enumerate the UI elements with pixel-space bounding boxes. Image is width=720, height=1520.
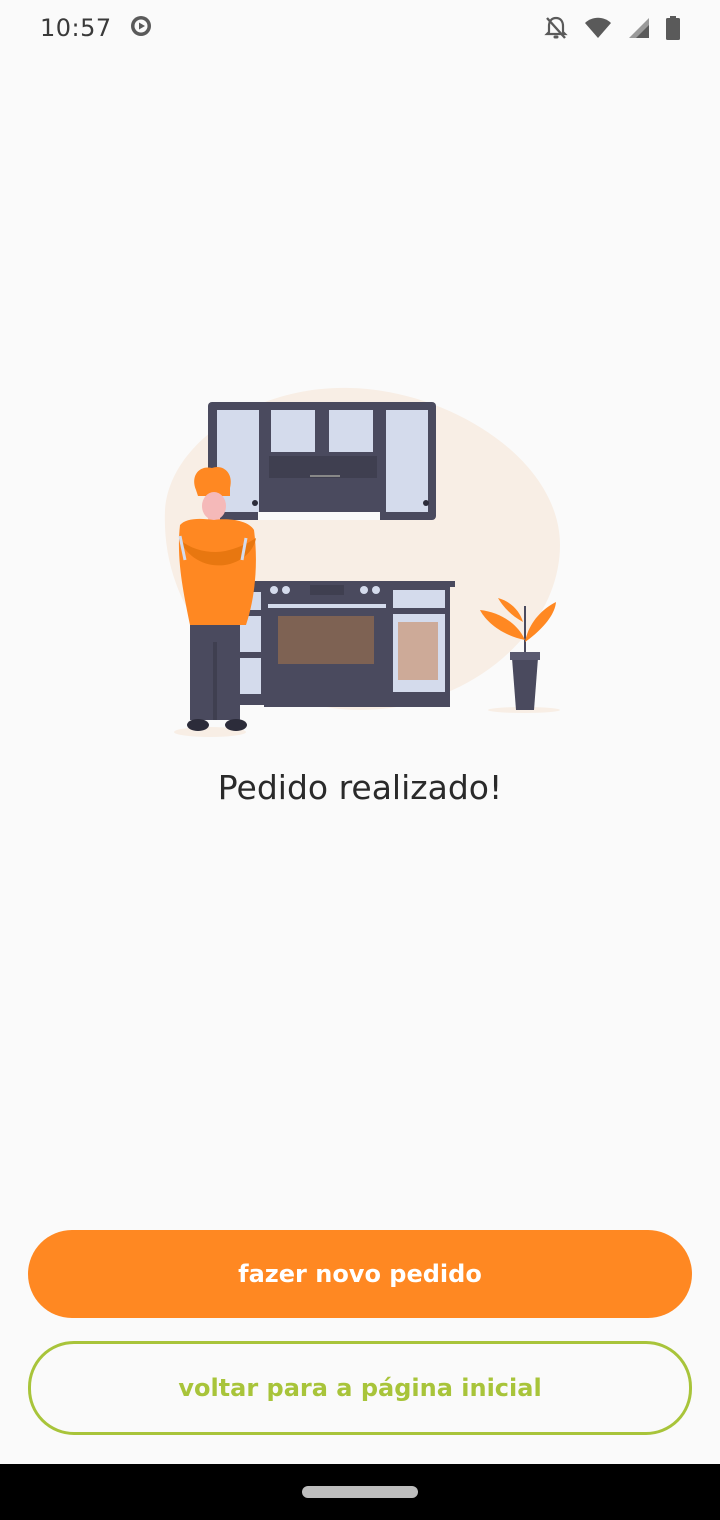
new-order-button[interactable]: fazer novo pedido — [28, 1230, 692, 1318]
play-circle-icon — [130, 15, 152, 41]
status-right — [544, 15, 680, 41]
back-to-home-button[interactable]: voltar para a página inicial — [28, 1341, 692, 1435]
new-order-button-label: fazer novo pedido — [238, 1260, 482, 1288]
home-gesture-handle[interactable] — [302, 1486, 418, 1498]
status-time: 10:57 — [40, 14, 112, 42]
status-bar: 10:57 — [0, 0, 720, 56]
status-left: 10:57 — [40, 14, 152, 42]
back-to-home-button-label: voltar para a página inicial — [178, 1374, 542, 1402]
signal-icon — [628, 17, 650, 39]
wifi-icon — [584, 17, 612, 39]
battery-icon — [666, 16, 680, 40]
bell-off-icon — [544, 15, 568, 41]
order-success-message: Pedido realizado! — [217, 768, 503, 807]
chef-kitchen-illustration — [150, 380, 570, 745]
